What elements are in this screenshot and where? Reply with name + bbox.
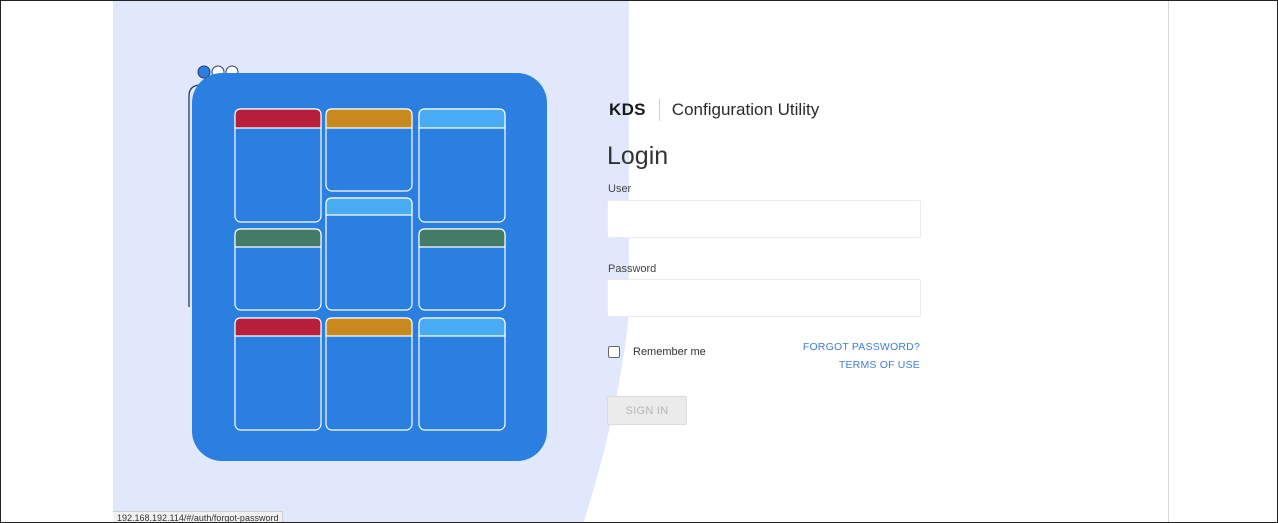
password-label: Password bbox=[608, 263, 657, 275]
sign-in-button[interactable]: SIGN IN bbox=[607, 396, 687, 425]
order-tile bbox=[325, 317, 413, 431]
remember-me-label: Remember me bbox=[633, 346, 706, 358]
window-dot-active bbox=[197, 65, 211, 79]
order-tile bbox=[234, 228, 322, 311]
page-title: Login bbox=[607, 142, 669, 170]
order-tile bbox=[325, 197, 413, 311]
order-tile bbox=[418, 108, 506, 223]
browser-status-url: 192.168.192.114/#/auth/forgot-password bbox=[113, 511, 284, 522]
brand-header: KDS Configuration Utility bbox=[609, 98, 819, 122]
right-divider bbox=[1168, 1, 1169, 522]
user-label: User bbox=[608, 183, 632, 195]
brand-divider bbox=[658, 99, 660, 121]
remember-me-checkbox[interactable] bbox=[608, 346, 620, 358]
order-tile bbox=[234, 317, 322, 431]
forgot-password-link[interactable]: FORGOT PASSWORD? bbox=[803, 341, 920, 353]
brand-logo-text: KDS bbox=[609, 100, 646, 119]
order-tile bbox=[234, 108, 322, 223]
order-tile bbox=[325, 108, 413, 192]
password-input[interactable] bbox=[607, 279, 921, 317]
app-name: Configuration Utility bbox=[671, 100, 820, 119]
hero-illustration bbox=[113, 1, 629, 522]
order-tile bbox=[418, 228, 506, 311]
terms-of-use-link[interactable]: TERMS OF USE bbox=[839, 359, 920, 371]
remember-me[interactable]: Remember me bbox=[608, 346, 706, 358]
order-tile bbox=[418, 317, 506, 431]
user-input[interactable] bbox=[607, 200, 921, 238]
page-frame: KDS Configuration Utility Login User Pas… bbox=[0, 0, 1278, 523]
